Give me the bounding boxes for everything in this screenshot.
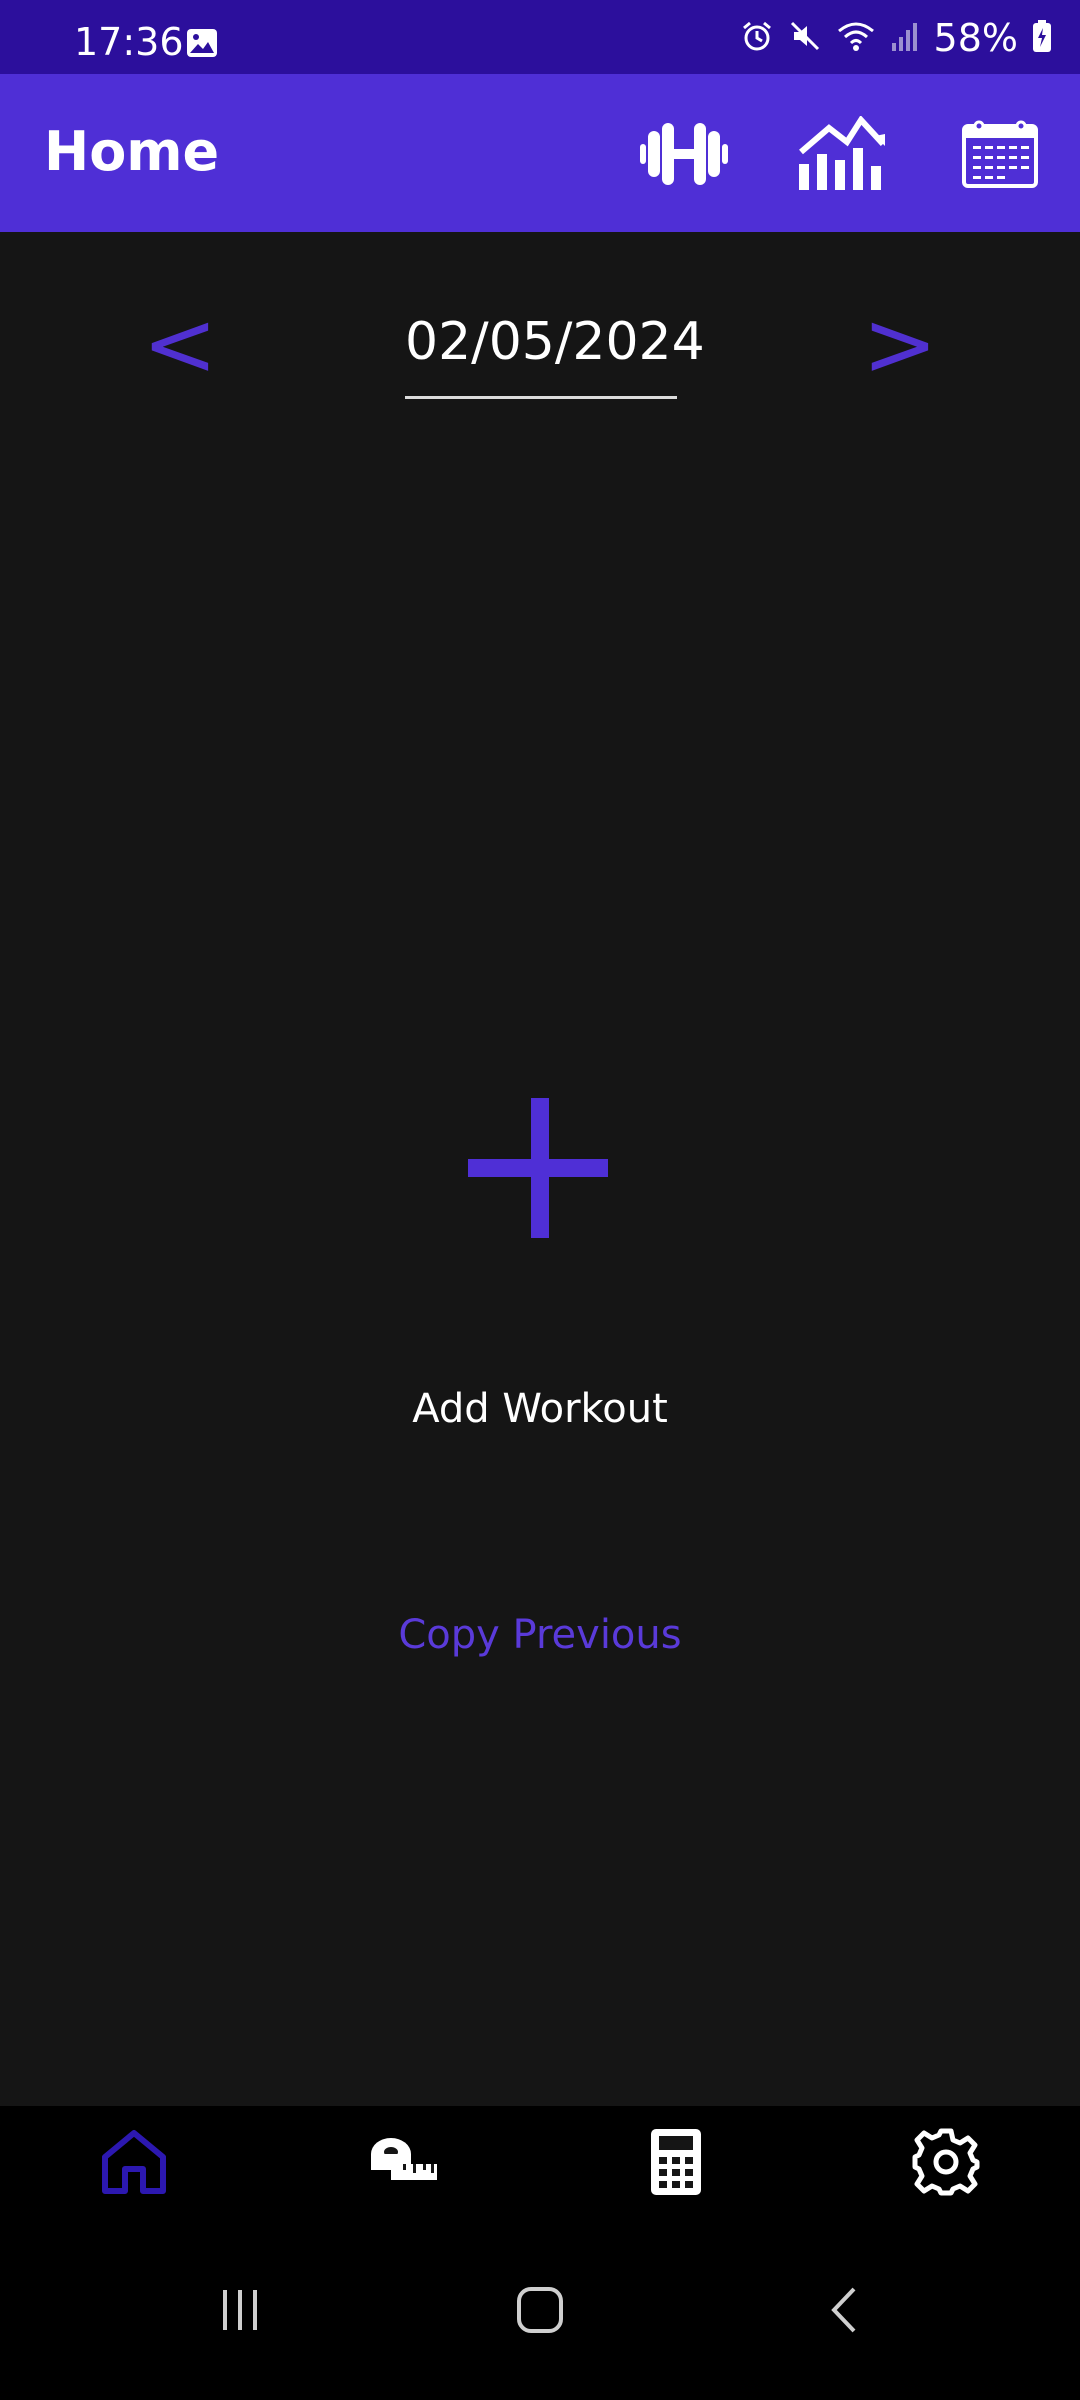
gallery-icon (186, 28, 218, 62)
status-icons: 58% (740, 16, 1052, 60)
tape-measure-icon[interactable] (364, 2122, 444, 2202)
status-bar: 17:36 58% (0, 0, 1080, 74)
copy-previous-button[interactable]: Copy Previous (0, 1612, 1080, 1658)
date-navigator: < 02/05/2024 > (0, 290, 1080, 430)
settings-icon[interactable] (906, 2122, 986, 2202)
page-title: Home (44, 120, 220, 183)
add-workout-label[interactable]: Add Workout (0, 1386, 1080, 1432)
status-time: 17:36 (74, 20, 184, 64)
stats-chart-icon[interactable] (794, 112, 890, 196)
mute-icon (788, 19, 822, 57)
home-button-icon[interactable] (500, 2280, 580, 2340)
battery-charging-icon (1032, 19, 1052, 57)
add-workout-plus-icon[interactable] (468, 1098, 608, 1238)
system-navigation (0, 2218, 1080, 2400)
alarm-icon (740, 19, 774, 57)
back-icon[interactable] (804, 2280, 884, 2340)
previous-date-button[interactable]: < (130, 290, 230, 400)
calendar-icon[interactable] (952, 112, 1048, 196)
battery-percent: 58% (933, 16, 1018, 60)
signal-icon (890, 19, 920, 57)
next-date-button[interactable]: > (850, 290, 950, 400)
dumbbell-icon[interactable] (636, 112, 732, 196)
app-bar: Home (0, 74, 1080, 232)
wifi-icon (836, 19, 876, 57)
home-icon[interactable] (94, 2122, 174, 2202)
calculator-icon[interactable] (636, 2122, 716, 2202)
date-field[interactable]: 02/05/2024 (405, 310, 705, 399)
bottom-navigation (0, 2106, 1080, 2218)
recent-apps-icon[interactable] (200, 2280, 280, 2340)
